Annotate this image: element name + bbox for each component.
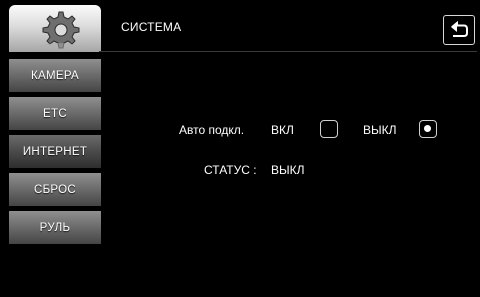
gear-icon xyxy=(29,11,89,49)
back-button[interactable] xyxy=(443,15,475,45)
sidebar: КАМЕРА ETC ИНТЕРНЕТ СБРОС РУЛЬ xyxy=(9,59,101,249)
sidebar-item-label: КАМЕРА xyxy=(31,69,79,82)
status-value: ВЫКЛ xyxy=(271,163,305,177)
sidebar-item-label: ETC xyxy=(43,107,67,120)
header-divider xyxy=(99,51,477,52)
sidebar-item-reset[interactable]: СБРОС xyxy=(9,173,101,206)
auto-connect-off-checkbox[interactable] xyxy=(419,120,437,138)
status-label: СТАТУС : xyxy=(204,163,257,177)
sidebar-item-label: РУЛЬ xyxy=(39,221,71,234)
sidebar-item-etc[interactable]: ETC xyxy=(9,97,101,130)
sidebar-item-internet[interactable]: ИНТЕРНЕТ xyxy=(9,135,101,168)
auto-connect-label: Авто подкл. xyxy=(179,123,245,137)
off-option-label: ВЫКЛ xyxy=(363,123,397,137)
system-screen: СИСТЕМА КАМЕРА ETC ИНТЕРНЕТ СБРОС РУЛЬ А… xyxy=(3,3,477,294)
auto-connect-on-checkbox[interactable] xyxy=(320,120,338,138)
sidebar-item-label: СБРОС xyxy=(33,183,77,196)
on-option-label: ВКЛ xyxy=(271,123,294,137)
page-title: СИСТЕМА xyxy=(121,20,182,34)
sidebar-item-camera[interactable]: КАМЕРА xyxy=(9,59,101,92)
logo-tab xyxy=(9,5,101,52)
sidebar-item-steering[interactable]: РУЛЬ xyxy=(9,211,101,244)
back-arrow-icon xyxy=(451,20,468,37)
header: СИСТЕМА xyxy=(3,3,477,52)
sidebar-item-label: ИНТЕРНЕТ xyxy=(22,145,88,158)
